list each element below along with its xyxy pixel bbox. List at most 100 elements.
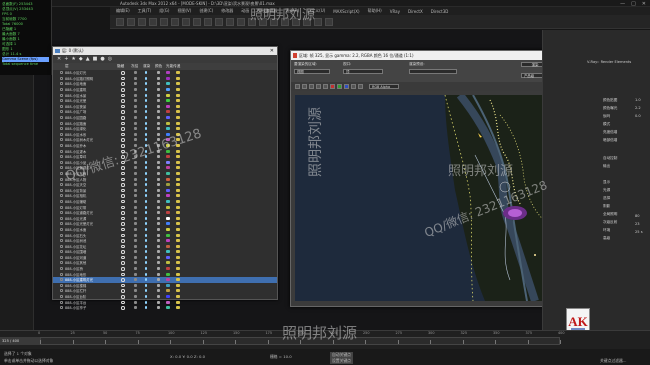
radiosity-icon[interactable] bbox=[157, 289, 160, 293]
radiosity-icon[interactable] bbox=[157, 250, 160, 254]
col-radiosity[interactable]: 光能传递 bbox=[166, 64, 180, 69]
menu-help[interactable]: 帮助(H) bbox=[368, 8, 382, 14]
render-toggle-icon[interactable] bbox=[145, 300, 147, 304]
light-bulb-icon[interactable] bbox=[176, 261, 180, 265]
light-bulb-icon[interactable] bbox=[176, 306, 180, 310]
render-toggle-icon[interactable] bbox=[145, 149, 147, 153]
panel-value[interactable]: 23 bbox=[635, 222, 640, 226]
color-swatch[interactable] bbox=[166, 233, 170, 237]
expand-icon[interactable] bbox=[60, 155, 63, 159]
redo-icon[interactable] bbox=[127, 17, 135, 26]
rotate-icon[interactable] bbox=[204, 17, 212, 26]
expand-icon[interactable] bbox=[60, 300, 63, 304]
hide-toggle-icon[interactable] bbox=[121, 160, 125, 165]
radiosity-icon[interactable] bbox=[157, 222, 160, 226]
freeze-toggle-icon[interactable] bbox=[134, 272, 137, 276]
radiosity-icon[interactable] bbox=[157, 76, 160, 80]
light-bulb-icon[interactable] bbox=[176, 93, 180, 97]
hide-toggle-icon[interactable] bbox=[121, 76, 125, 81]
render-toggle-icon[interactable] bbox=[145, 261, 147, 265]
radiosity-icon[interactable] bbox=[157, 267, 160, 271]
freeze-toggle-icon[interactable] bbox=[134, 93, 137, 97]
freeze-toggle-icon[interactable] bbox=[134, 278, 137, 282]
freeze-toggle-icon[interactable] bbox=[134, 239, 137, 243]
freeze-toggle-icon[interactable] bbox=[134, 216, 137, 220]
light-bulb-icon[interactable] bbox=[176, 110, 180, 114]
hide-toggle-icon[interactable] bbox=[121, 222, 125, 226]
render-toggle-icon[interactable] bbox=[145, 267, 147, 271]
freeze-toggle-icon[interactable] bbox=[134, 267, 137, 271]
light-bulb-icon[interactable] bbox=[176, 211, 180, 215]
radiosity-icon[interactable] bbox=[157, 144, 160, 148]
render-toggle-icon[interactable] bbox=[145, 99, 147, 103]
hide-toggle-icon[interactable] bbox=[121, 272, 125, 277]
snap-icon[interactable] bbox=[226, 17, 234, 26]
expand-icon[interactable] bbox=[60, 283, 63, 287]
light-bulb-icon[interactable] bbox=[176, 283, 180, 287]
color-swatch[interactable] bbox=[166, 155, 170, 159]
render-toggle-icon[interactable] bbox=[145, 104, 147, 108]
color-swatch[interactable] bbox=[166, 110, 170, 114]
light-bulb-icon[interactable] bbox=[176, 183, 180, 187]
menu-graph-editors[interactable]: 图形编辑器 bbox=[257, 8, 277, 14]
light-bulb-icon[interactable] bbox=[176, 144, 180, 148]
radiosity-icon[interactable] bbox=[157, 116, 160, 120]
render-toggle-icon[interactable] bbox=[145, 155, 147, 159]
light-bulb-icon[interactable] bbox=[176, 216, 180, 220]
align-icon[interactable] bbox=[259, 17, 267, 26]
freeze-toggle-icon[interactable] bbox=[134, 205, 137, 209]
color-swatch[interactable] bbox=[166, 166, 170, 170]
col-color[interactable]: 颜色 bbox=[155, 64, 162, 69]
render-toggle-icon[interactable] bbox=[145, 295, 147, 299]
expand-icon[interactable] bbox=[60, 149, 63, 153]
time-slider[interactable]: 325 / 400 bbox=[0, 337, 40, 345]
light-bulb-icon[interactable] bbox=[176, 267, 180, 271]
color-swatch[interactable] bbox=[166, 93, 170, 97]
expand-icon[interactable] bbox=[60, 306, 63, 310]
menu-vray[interactable]: VRay bbox=[390, 9, 400, 14]
layer-window-close-button[interactable]: ✕ bbox=[270, 47, 274, 55]
radiosity-icon[interactable] bbox=[157, 295, 160, 299]
expand-icon[interactable] bbox=[60, 222, 63, 226]
freeze-toggle-icon[interactable] bbox=[134, 132, 137, 136]
link-icon[interactable] bbox=[138, 17, 146, 26]
freeze-toggle-icon[interactable] bbox=[134, 255, 137, 259]
radiosity-icon[interactable] bbox=[157, 71, 160, 75]
new-layer-icon[interactable]: + bbox=[64, 56, 68, 62]
render-toggle-icon[interactable] bbox=[145, 289, 147, 293]
color-swatch[interactable] bbox=[166, 278, 170, 282]
light-bulb-icon[interactable] bbox=[176, 76, 180, 80]
color-swatch[interactable] bbox=[166, 306, 170, 310]
render-toggle-icon[interactable] bbox=[145, 88, 147, 92]
radiosity-icon[interactable] bbox=[157, 166, 160, 170]
light-bulb-icon[interactable] bbox=[176, 99, 180, 103]
expand-icon[interactable] bbox=[60, 99, 63, 103]
delete-layer-icon[interactable]: ✕ bbox=[57, 56, 61, 62]
radiosity-icon[interactable] bbox=[157, 88, 160, 92]
expand-icon[interactable] bbox=[60, 160, 63, 164]
light-bulb-icon[interactable] bbox=[176, 233, 180, 237]
freeze-toggle-icon[interactable] bbox=[134, 127, 137, 131]
freeze-toggle-icon[interactable] bbox=[134, 71, 137, 75]
expand-icon[interactable] bbox=[60, 71, 63, 75]
render-icon[interactable] bbox=[325, 17, 333, 26]
light-bulb-icon[interactable] bbox=[176, 227, 180, 231]
color-swatch[interactable] bbox=[166, 255, 170, 259]
radiosity-icon[interactable] bbox=[157, 177, 160, 181]
hide-toggle-icon[interactable] bbox=[121, 211, 125, 215]
freeze-toggle-icon[interactable] bbox=[134, 261, 137, 265]
radiosity-icon[interactable] bbox=[157, 211, 160, 215]
light-bulb-icon[interactable] bbox=[176, 205, 180, 209]
color-swatch[interactable] bbox=[166, 300, 170, 304]
radiosity-icon[interactable] bbox=[157, 82, 160, 86]
render-toggle-icon[interactable] bbox=[145, 199, 147, 203]
col-render[interactable]: 渲染 bbox=[143, 64, 150, 69]
radiosity-icon[interactable] bbox=[157, 93, 160, 97]
hide-toggle-icon[interactable] bbox=[121, 149, 125, 154]
expand-icon[interactable] bbox=[60, 261, 63, 265]
unlink-icon[interactable] bbox=[149, 17, 157, 26]
hide-toggle-icon[interactable] bbox=[121, 177, 125, 182]
save-image-icon[interactable] bbox=[295, 84, 300, 89]
freeze-toggle-icon[interactable] bbox=[134, 227, 137, 231]
angle-snap-icon[interactable] bbox=[237, 17, 245, 26]
